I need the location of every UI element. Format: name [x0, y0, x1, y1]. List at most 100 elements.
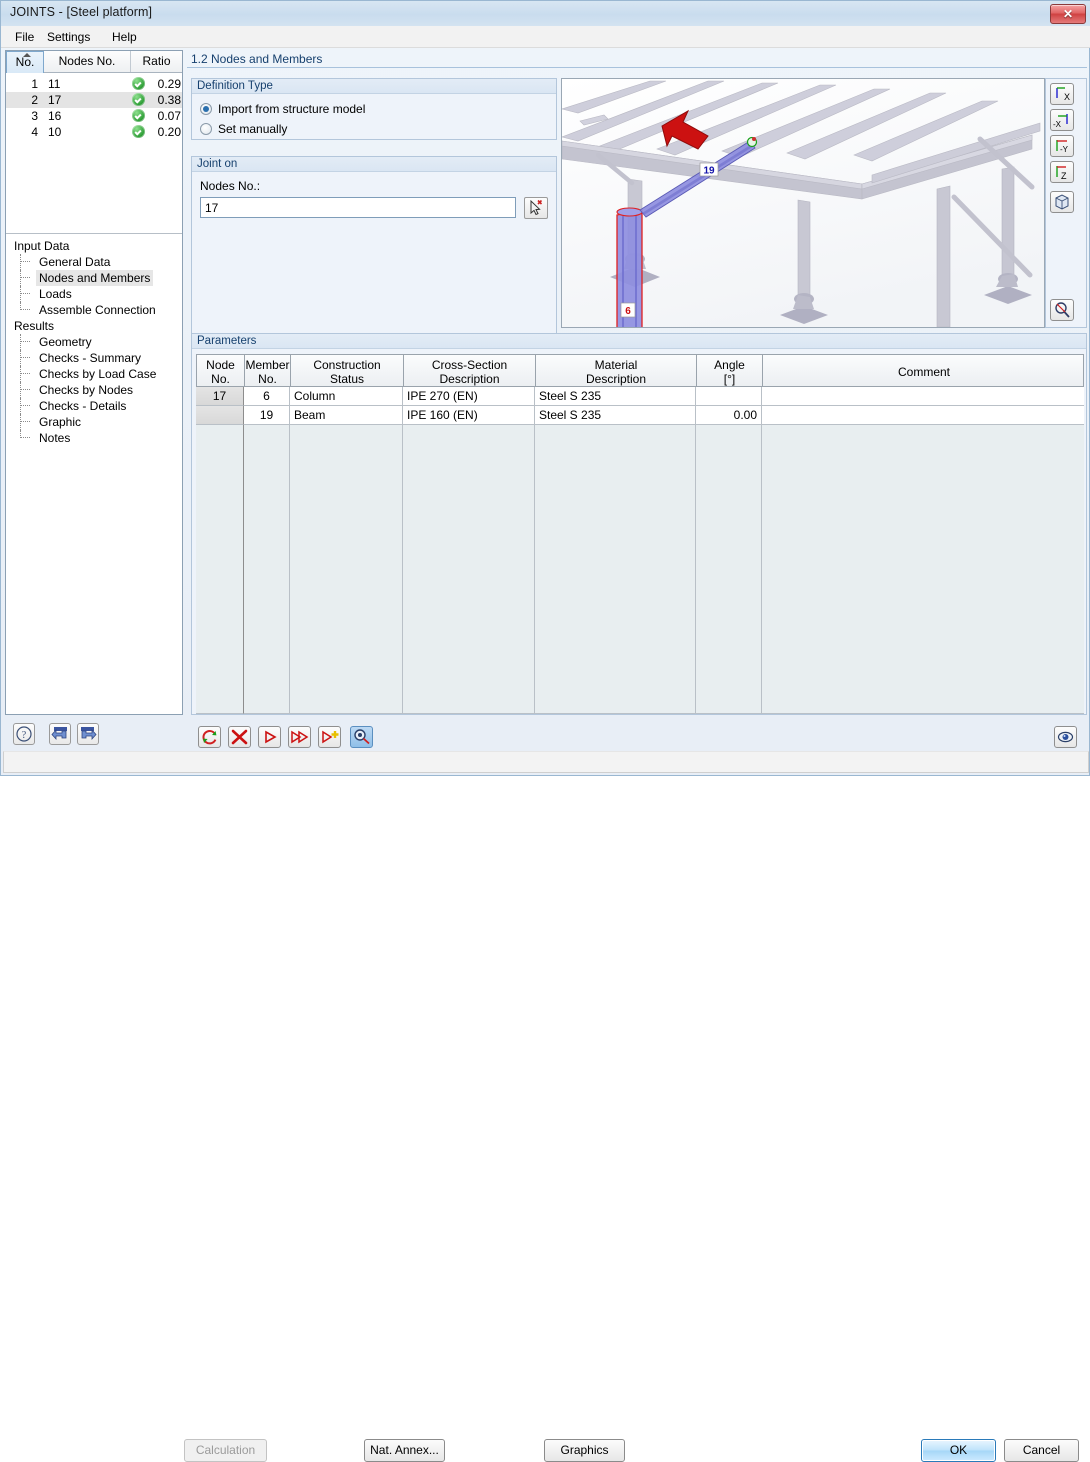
model-3d-viewport[interactable]: 19 6 X Y Z [561, 78, 1045, 328]
cell-material[interactable]: Steel S 235 [535, 387, 696, 406]
cell-member-no[interactable]: 19 [244, 406, 290, 425]
cell-cross-section[interactable]: IPE 270 (EN) [403, 387, 535, 406]
view-z-icon: Z [1056, 166, 1067, 181]
column-header-angle[interactable]: Angle [°] [697, 355, 763, 386]
application-window: JOINTS - [Steel platform] ✕ File Setting… [0, 0, 1090, 1462]
empty-cell-node-no[interactable] [196, 425, 244, 714]
navigation-tree: Input Data General Data Nodes and Member… [6, 233, 182, 714]
menu-item-help[interactable]: Help [106, 29, 143, 45]
empty-cell-angle[interactable] [696, 425, 762, 714]
parameters-title: Parameters [192, 334, 1086, 349]
cell-material[interactable]: Steel S 235 [535, 406, 696, 425]
view-z-button[interactable]: Z [1050, 161, 1074, 183]
definition-type-group: Definition Type Import from structure mo… [191, 78, 557, 140]
sidebar-item-assemble-connection[interactable]: Assemble Connection [6, 302, 182, 318]
cell-cross-section[interactable]: IPE 160 (EN) [403, 406, 535, 425]
nodes-no-input[interactable] [200, 197, 516, 218]
cell-angle[interactable] [696, 387, 762, 406]
column-header-node-no[interactable]: Node No. [197, 355, 245, 386]
tree-line [20, 286, 21, 302]
table-row[interactable]: 19 Beam IPE 160 (EN) Steel S 235 0.00 [196, 406, 1084, 425]
sidebar-item-label: General Data [39, 255, 111, 269]
sidebar-item-geometry[interactable]: Geometry [6, 334, 182, 350]
sidebar-item-checks-by-load-case[interactable]: Checks by Load Case [6, 366, 182, 382]
calculation-button[interactable]: Calculation [184, 1439, 267, 1462]
cell-construction-status[interactable]: Column [290, 387, 403, 406]
view-negative-y-icon: -Y [1056, 140, 1069, 154]
radio-label: Set manually [218, 122, 288, 136]
model-3d-scene: 19 6 X Y Z [562, 79, 1044, 327]
table-row[interactable]: 17 6 Column IPE 270 (EN) Steel S 235 [196, 387, 1084, 406]
view-x-icon: X [1056, 87, 1070, 102]
sidebar-item-notes[interactable]: Notes [6, 430, 182, 446]
view-negative-y-button[interactable]: -Y [1050, 135, 1074, 157]
nat-annex-button[interactable]: Nat. Annex... [364, 1439, 445, 1462]
svg-text:X: X [1064, 92, 1070, 102]
column-header-cross-section[interactable]: Cross-Section Description [404, 355, 536, 386]
tree-group-results: Results [14, 319, 55, 333]
column-header-comment[interactable]: Comment [763, 355, 1085, 386]
cancel-button[interactable]: Cancel [1004, 1439, 1079, 1462]
radio-dot-icon [200, 103, 212, 115]
row-no: 4 [31, 125, 38, 139]
cell-construction-status[interactable]: Beam [290, 406, 403, 425]
menu-item-file[interactable]: File [9, 29, 40, 45]
sidebar-item-loads[interactable]: Loads [6, 286, 182, 302]
empty-cell-material[interactable] [535, 425, 696, 714]
column-header-construction-status[interactable]: Construction Status [291, 355, 404, 386]
nodes-no-label: Nodes No.: [200, 179, 261, 193]
column-header-ratio[interactable]: Ratio [131, 51, 182, 72]
row-ratio: 0.29 [157, 77, 181, 91]
empty-cell-cross-section[interactable] [403, 425, 535, 714]
column-header-material[interactable]: Material Description [536, 355, 697, 386]
status-ok-icon [132, 125, 145, 138]
table-row[interactable]: 3 16 0.07 [6, 108, 182, 124]
column-header-no[interactable]: No. [6, 51, 44, 73]
close-button[interactable]: ✕ [1050, 4, 1086, 24]
svg-text:-X: -X [1053, 120, 1062, 129]
tree-group-input-data: Input Data [14, 239, 70, 253]
cell-comment[interactable] [762, 406, 1084, 425]
tree-dash [20, 261, 30, 262]
tree-dash [20, 293, 30, 294]
ok-button[interactable]: OK [921, 1439, 996, 1462]
status-ok-icon [132, 109, 145, 122]
view-isometric-button[interactable] [1050, 191, 1074, 213]
tree-line [20, 270, 21, 286]
view-x-button[interactable]: X [1050, 83, 1074, 105]
sidebar-item-checks-summary[interactable]: Checks - Summary [6, 350, 182, 366]
sidebar-item-checks-by-nodes[interactable]: Checks by Nodes [6, 382, 182, 398]
empty-cell-construction-status[interactable] [290, 425, 403, 714]
sidebar-item-checks-details[interactable]: Checks - Details [6, 398, 182, 414]
empty-cell-comment[interactable] [762, 425, 1084, 714]
empty-cell-member-no[interactable] [244, 425, 290, 714]
definition-type-title: Definition Type [192, 79, 556, 94]
zoom-button[interactable] [1050, 299, 1074, 321]
column-header-nodes-no[interactable]: Nodes No. [44, 51, 131, 72]
viewport-toolbar: X -X -Y Z [1045, 78, 1087, 328]
joints-list-header: No. Nodes No. Ratio [6, 51, 182, 73]
cell-node-no[interactable]: 17 [196, 387, 244, 406]
column-header-member-no[interactable]: Member No. [245, 355, 291, 386]
cell-node-no[interactable] [196, 406, 244, 425]
tree-dash [20, 389, 30, 390]
radio-label: Import from structure model [218, 102, 366, 116]
table-row[interactable]: 1 11 0.29 [6, 76, 182, 92]
view-negative-x-button[interactable]: -X [1050, 109, 1074, 131]
menu-item-settings[interactable]: Settings [41, 29, 96, 45]
table-empty-area[interactable] [196, 425, 1084, 714]
table-row[interactable]: 2 17 0.38 [6, 92, 182, 108]
sidebar-item-label: Graphic [39, 415, 82, 429]
sidebar-item-nodes-and-members[interactable]: Nodes and Members [6, 270, 182, 286]
sidebar-item-graphic[interactable]: Graphic [6, 414, 182, 430]
tree-line [20, 414, 21, 430]
sidebar-item-general-data[interactable]: General Data [6, 254, 182, 270]
cell-angle[interactable]: 0.00 [696, 406, 762, 425]
cell-member-no[interactable]: 6 [244, 387, 290, 406]
pick-node-graphically-button[interactable] [524, 197, 548, 219]
graphics-button[interactable]: Graphics [544, 1439, 625, 1462]
table-row[interactable]: 4 10 0.20 [6, 124, 182, 140]
tree-line [20, 366, 21, 382]
menu-bar: File Settings Help [1, 26, 1090, 48]
cell-comment[interactable] [762, 387, 1084, 406]
